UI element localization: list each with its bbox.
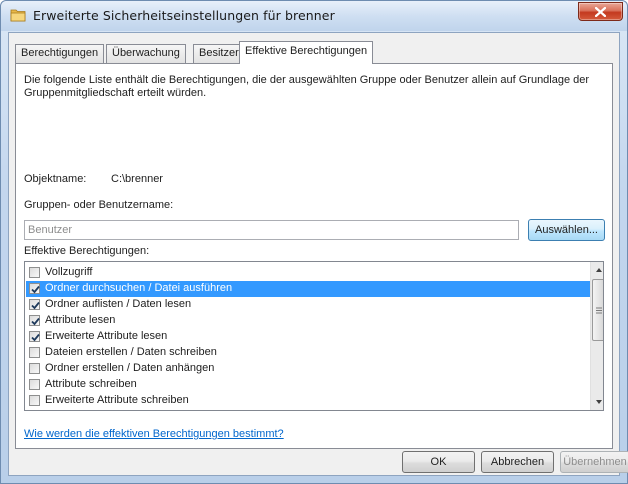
checkmark-icon (31, 285, 40, 294)
checkbox (29, 363, 40, 374)
permission-label: Erweiterte Attribute lesen (45, 330, 168, 342)
permission-item-attribute-schreiben[interactable]: Attribute schreiben (26, 377, 591, 393)
group-user-label: Gruppen- oder Benutzername: (24, 199, 174, 211)
tab-besitzer[interactable]: Besitzer (193, 44, 245, 63)
checkbox (29, 347, 40, 358)
permissions-list[interactable]: Vollzugriff Ordner durchsuchen / Datei a… (24, 261, 604, 411)
permission-item-erweiterte-attribute-lesen[interactable]: Erweiterte Attribute lesen (26, 329, 591, 345)
dialog-content: Berechtigungen Überwachung Besitzer Effe… (8, 32, 628, 476)
checkbox (29, 315, 40, 326)
checkmark-icon (31, 333, 40, 342)
help-link[interactable]: Wie werden die effektiven Berechtigungen… (24, 428, 284, 440)
checkmark-icon (31, 301, 40, 310)
checkbox (29, 283, 40, 294)
close-button[interactable] (578, 2, 623, 21)
window-title: Erweiterte Sicherheitseinstellungen für … (33, 8, 335, 23)
checkbox (29, 267, 40, 278)
permission-label: Ordner auflisten / Daten lesen (45, 298, 192, 310)
scroll-down-arrow[interactable] (591, 394, 603, 410)
permission-label: Vollzugriff (45, 266, 93, 278)
ok-button[interactable]: OK (402, 451, 475, 473)
folder-icon (10, 8, 26, 22)
select-button[interactable]: Auswählen... (528, 219, 605, 241)
object-name-label: Objektname: (24, 173, 87, 185)
permission-label: Ordner erstellen / Daten anhängen (45, 362, 215, 374)
vertical-scrollbar[interactable] (590, 262, 603, 410)
permission-label: Erweiterte Attribute schreiben (45, 394, 189, 406)
permission-label: Ordner durchsuchen / Datei ausführen (45, 282, 233, 294)
permission-label: Attribute schreiben (45, 378, 137, 390)
checkbox (29, 331, 40, 342)
scroll-up-arrow[interactable] (591, 262, 603, 278)
permission-item-ordner-durchsuchen[interactable]: Ordner durchsuchen / Datei ausführen (26, 281, 591, 297)
group-user-input[interactable]: Benutzer (24, 220, 519, 240)
arrow-up-icon (596, 268, 602, 272)
permission-label: Attribute lesen (45, 314, 116, 326)
security-dialog-window: Erweiterte Sicherheitseinstellungen für … (0, 0, 628, 484)
effective-permissions-label: Effektive Berechtigungen: (24, 245, 150, 257)
close-icon (595, 7, 606, 17)
checkmark-icon (31, 317, 40, 326)
effective-permissions-panel: Die folgende Liste enthält die Berechtig… (15, 63, 613, 449)
permission-item-dateien-erstellen[interactable]: Dateien erstellen / Daten schreiben (26, 345, 591, 361)
permission-label: Dateien erstellen / Daten schreiben (45, 346, 217, 358)
panel-description: Die folgende Liste enthält die Berechtig… (24, 74, 590, 99)
object-name-value: C:\brenner (111, 173, 163, 185)
tab-ueberwachung[interactable]: Überwachung (106, 44, 186, 63)
permission-item-erweiterte-attribute-schreiben[interactable]: Erweiterte Attribute schreiben (26, 393, 591, 409)
apply-button[interactable]: Übernehmen (560, 451, 628, 473)
checkbox (29, 379, 40, 390)
tab-effektive-berechtigungen[interactable]: Effektive Berechtigungen (239, 41, 374, 64)
checkbox (29, 299, 40, 310)
title-bar[interactable]: Erweiterte Sicherheitseinstellungen für … (1, 1, 627, 31)
checkbox (29, 395, 40, 406)
permission-item-ordner-auflisten[interactable]: Ordner auflisten / Daten lesen (26, 297, 591, 313)
permission-item-vollzugriff[interactable]: Vollzugriff (26, 265, 591, 281)
permission-item-ordner-erstellen[interactable]: Ordner erstellen / Daten anhängen (26, 361, 591, 377)
arrow-down-icon (596, 400, 602, 404)
permission-item-attribute-lesen[interactable]: Attribute lesen (26, 313, 591, 329)
grip-icon (596, 307, 602, 314)
cancel-button[interactable]: Abbrechen (481, 451, 554, 473)
scroll-thumb[interactable] (592, 279, 603, 341)
tab-berechtigungen[interactable]: Berechtigungen (15, 44, 105, 63)
